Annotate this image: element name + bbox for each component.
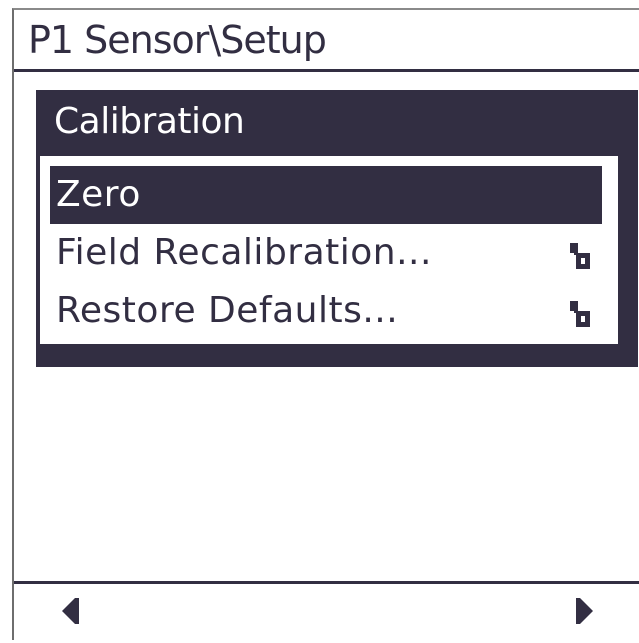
page-title: P1 Sensor\Setup <box>28 18 327 62</box>
calibration-menu: Zero Field Recalibration... Restore Defa… <box>36 152 622 348</box>
lock-open-icon <box>570 301 590 327</box>
device-screen: P1 Sensor\Setup Calibration Zero Field R… <box>12 8 639 640</box>
menu-item-zero[interactable]: Zero <box>50 166 602 224</box>
menu-item-label: Field Recalibration... <box>56 232 432 273</box>
soft-key-bar <box>14 581 639 640</box>
menu-item-label: Zero <box>56 174 141 215</box>
menu-item-label: Restore Defaults... <box>56 290 399 331</box>
dialog-title: Calibration <box>54 101 245 142</box>
left-arrow-icon[interactable] <box>62 598 79 624</box>
menu-item-field-recalibration[interactable]: Field Recalibration... <box>50 224 602 282</box>
lock-open-icon <box>570 243 590 269</box>
title-bar: P1 Sensor\Setup <box>14 10 639 72</box>
calibration-dialog: Calibration Zero Field Recalibration... … <box>36 90 638 367</box>
right-arrow-icon[interactable] <box>576 598 593 624</box>
menu-item-restore-defaults[interactable]: Restore Defaults... <box>50 282 602 340</box>
